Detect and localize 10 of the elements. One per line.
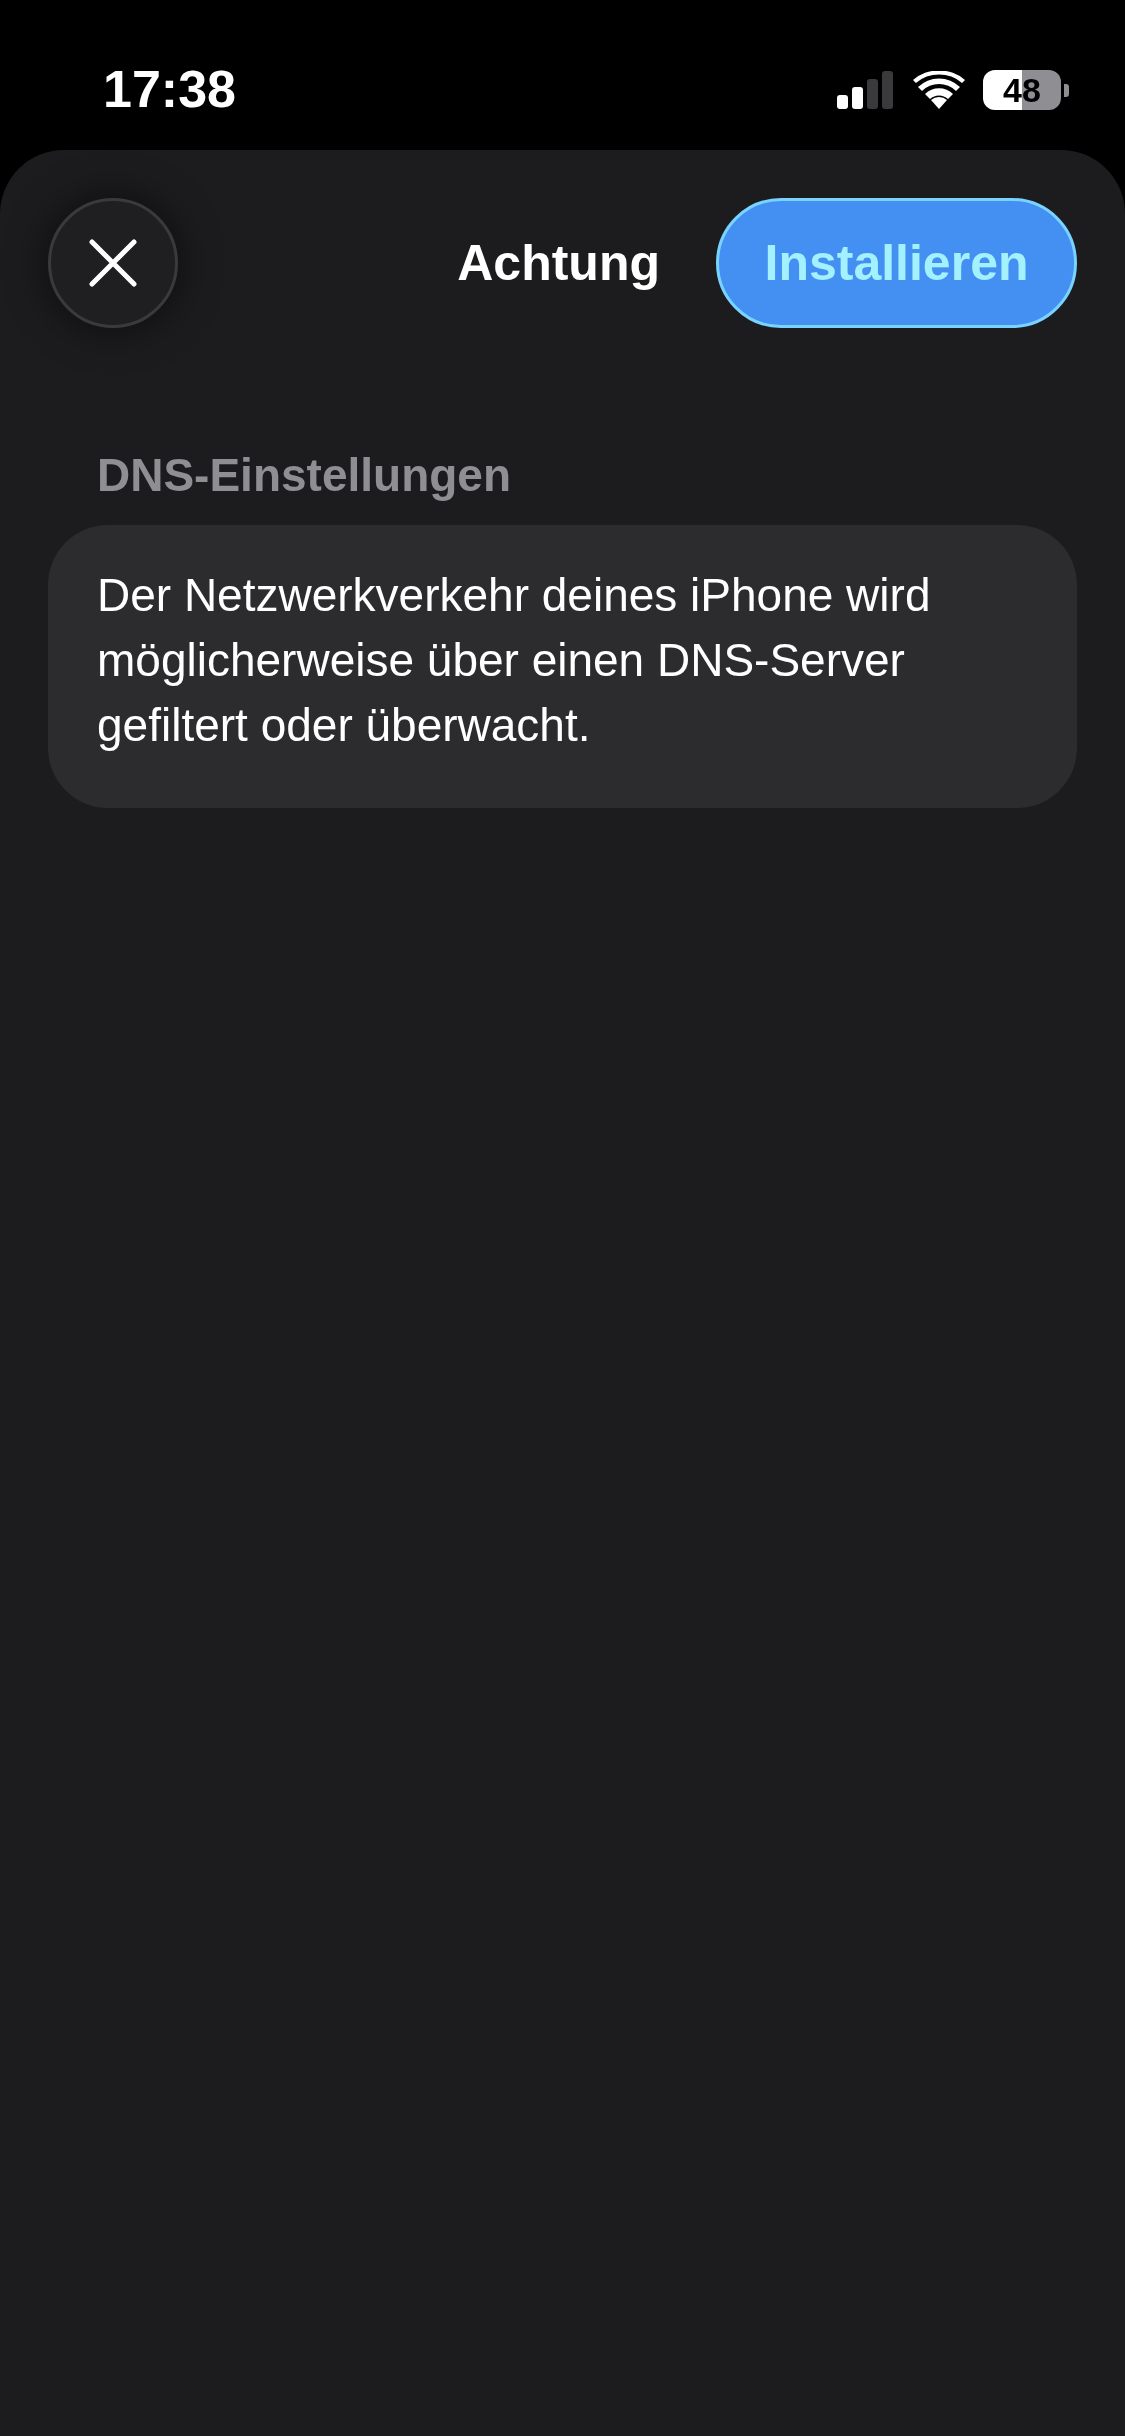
close-icon: [88, 238, 138, 288]
wifi-icon: [913, 71, 965, 109]
battery-cap-icon: [1064, 83, 1069, 97]
section-header: DNS-Einstellungen: [96, 448, 513, 503]
info-text: Der Netzwerkverkehr deines iPhone wird möglicherweise über einen DNS-Server gefiltert oder überwacht.: [97, 568, 932, 753]
sheet-title: Achtung: [457, 234, 660, 293]
status-time: 17:38: [103, 62, 236, 116]
cellular-signal-icon: [837, 71, 895, 109]
battery-percentage: 48: [1003, 72, 1041, 108]
install-button[interactable]: Installieren: [716, 198, 1077, 328]
